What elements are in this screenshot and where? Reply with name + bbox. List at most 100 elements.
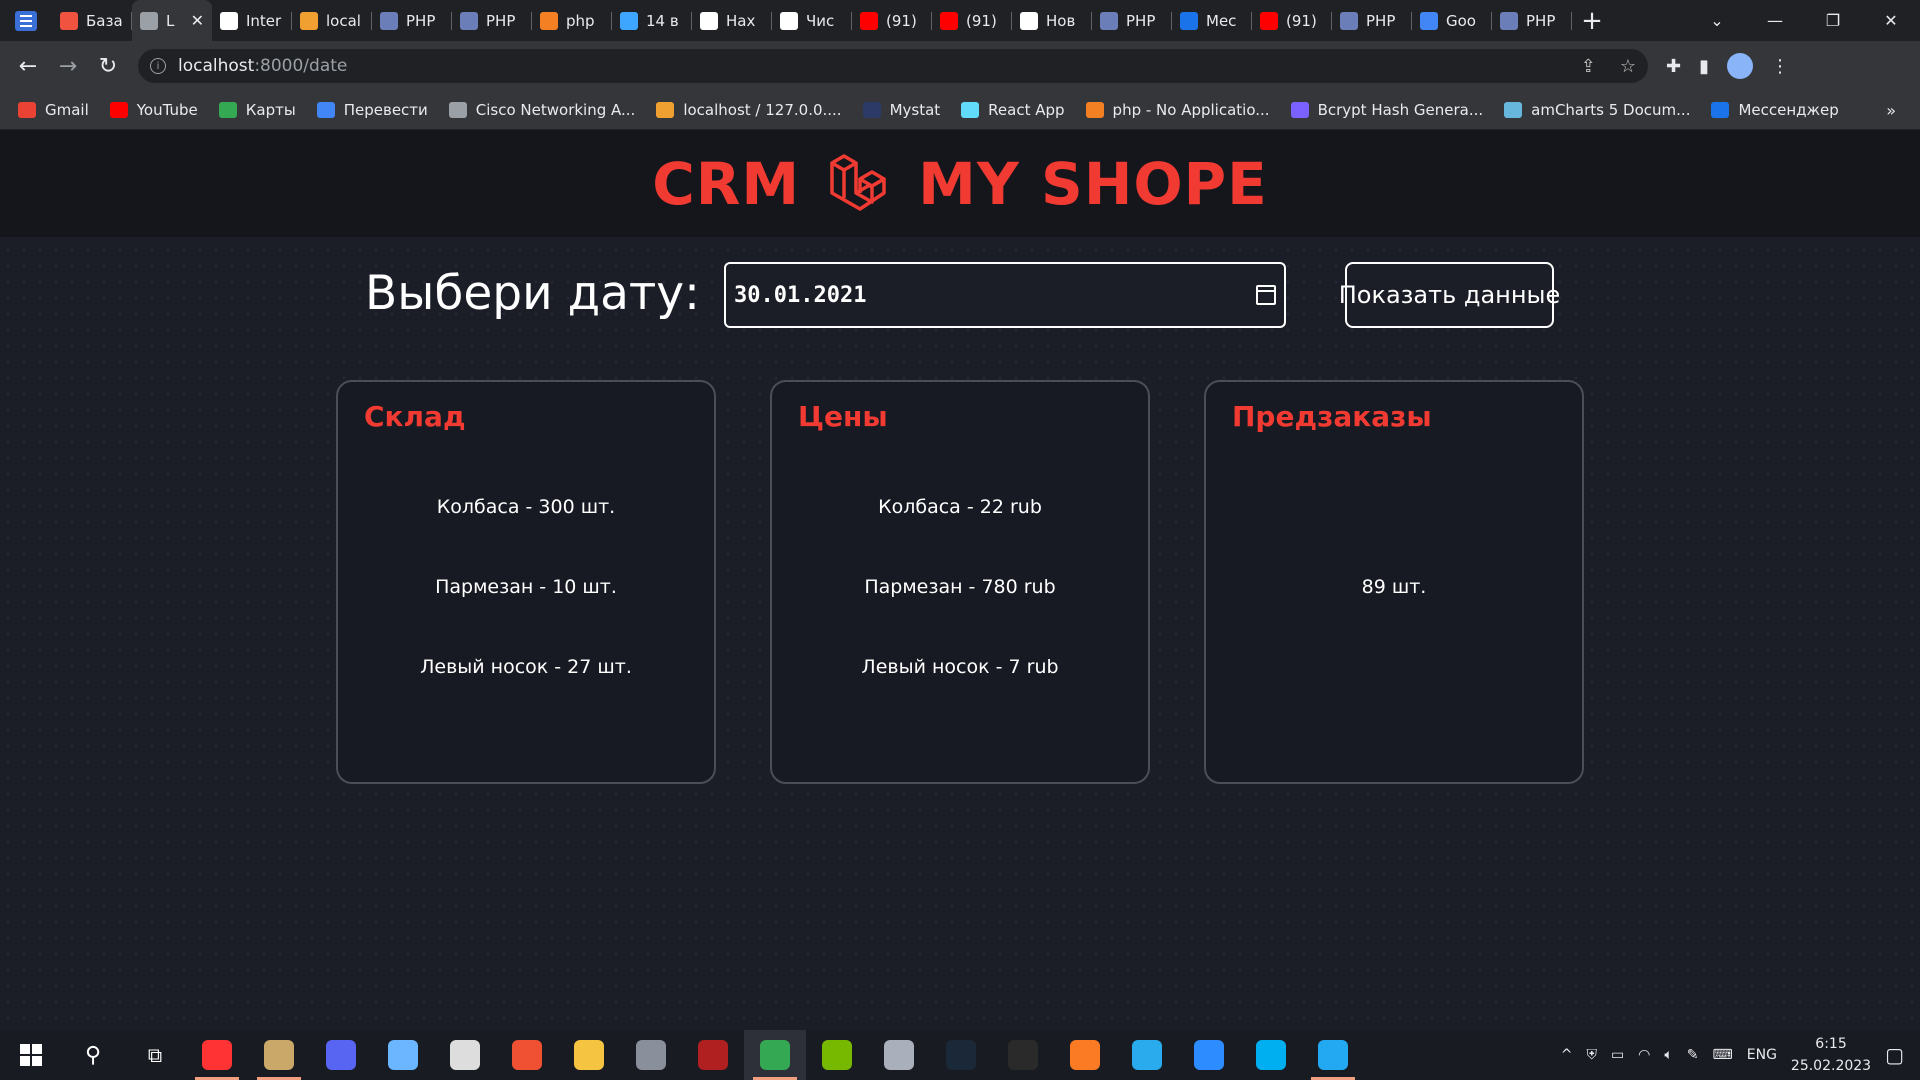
site-info-icon[interactable]: i (150, 58, 166, 74)
chrome-icon (760, 1040, 790, 1070)
browser-tab[interactable]: (91) (1252, 0, 1332, 41)
browser-tab[interactable]: (91) (852, 0, 932, 41)
taskbar-app-button[interactable] (310, 1030, 372, 1080)
window-controls: ⌄ — ❐ ✕ (1688, 0, 1920, 41)
minimize-button[interactable]: — (1746, 11, 1804, 30)
taskbar-app-button[interactable] (1240, 1030, 1302, 1080)
bookmark-item[interactable]: Cisco Networking A... (448, 101, 635, 119)
side-panel-icon[interactable]: ▮ (1699, 56, 1709, 77)
taskbar-app-button[interactable] (496, 1030, 558, 1080)
taskbar-app-button[interactable] (620, 1030, 682, 1080)
taskbar-app-button[interactable] (744, 1030, 806, 1080)
bookmark-label: Bcrypt Hash Genera... (1317, 101, 1484, 119)
taskbar-app-button[interactable] (186, 1030, 248, 1080)
close-tab-icon[interactable]: ✕ (191, 11, 204, 30)
reload-button[interactable]: ↻ (88, 46, 128, 86)
date-input[interactable]: 30.01.2021 (724, 262, 1286, 328)
browser-tab[interactable]: PHP (1492, 0, 1572, 41)
taskbar-app-button[interactable] (806, 1030, 868, 1080)
battery-icon[interactable]: ▭ (1611, 1047, 1624, 1063)
taskbar-app-button[interactable] (1178, 1030, 1240, 1080)
bookmark-label: React App (988, 101, 1065, 119)
volume-icon[interactable]: 🔈︎ (1664, 1047, 1672, 1063)
taskbar-app-button[interactable] (930, 1030, 992, 1080)
browser-tab[interactable]: 14 в (612, 0, 692, 41)
browser-tab[interactable]: Inter (212, 0, 292, 41)
windows-logo-icon (20, 1044, 42, 1066)
bookmark-item[interactable]: amCharts 5 Docum... (1504, 101, 1690, 119)
show-data-button[interactable]: Показать данные (1339, 262, 1560, 328)
taskbar-app-button[interactable] (1054, 1030, 1116, 1080)
browser-tab[interactable]: PHP (372, 0, 452, 41)
php-icon (1100, 11, 1118, 30)
taskbar-app-button[interactable] (558, 1030, 620, 1080)
start-button[interactable] (0, 1030, 62, 1080)
browser-tab[interactable]: PHP (1332, 0, 1412, 41)
bookmark-item[interactable]: php - No Applicatio... (1085, 101, 1270, 119)
tab-search-button[interactable] (0, 0, 52, 41)
taskbar-app-button[interactable] (682, 1030, 744, 1080)
clock[interactable]: 6:15 25.02.2023 (1791, 1033, 1871, 1077)
menu-kebab-icon[interactable]: ⋮ (1771, 56, 1789, 77)
address-bar[interactable]: i localhost:8000/date ⇪ ☆ (138, 49, 1648, 83)
taskbar-app-button[interactable] (992, 1030, 1054, 1080)
tray-chevron-icon[interactable]: ^ (1561, 1047, 1573, 1063)
bookmark-item[interactable]: Gmail (18, 101, 89, 119)
browser-tab[interactable]: Goo (1412, 0, 1492, 41)
taskbar-app-button[interactable] (434, 1030, 496, 1080)
browser-tab[interactable]: php (532, 0, 612, 41)
bookmark-item[interactable]: Карты (218, 101, 296, 119)
pen-icon[interactable]: ✎ (1687, 1047, 1699, 1063)
close-window-button[interactable]: ✕ (1862, 11, 1920, 30)
bookmarks-bar: Gmail YouTube Карты Перевести Cisco Networki… (0, 91, 1920, 130)
restore-button[interactable]: ❐ (1804, 11, 1862, 30)
extensions-icon[interactable]: ✚ (1666, 56, 1681, 77)
forward-button[interactable]: → (48, 46, 88, 86)
profile-avatar[interactable] (1727, 53, 1753, 79)
browser-tab[interactable]: local (292, 0, 372, 41)
taskbar-app-button[interactable] (1302, 1030, 1364, 1080)
browser-tab[interactable]: PHP (1092, 0, 1172, 41)
browser-tab-label: База (86, 11, 123, 30)
new-tab-button[interactable]: + (1572, 0, 1612, 41)
bookmark-favicon-icon (656, 102, 675, 118)
shield-icon[interactable]: ⛨ (1586, 1047, 1597, 1063)
bookmark-item[interactable]: Bcrypt Hash Genera... (1290, 101, 1484, 119)
task-view-button[interactable]: ⧉ (124, 1030, 186, 1080)
browser-tab[interactable]: PHP (452, 0, 532, 41)
bookmark-item[interactable]: Мессенджер (1711, 101, 1839, 119)
taskbar-app-button[interactable] (372, 1030, 434, 1080)
taskbar-app-button[interactable] (868, 1030, 930, 1080)
windows-taskbar: ⚲ ⧉ ^ ⛨ ▭ ◠ 🔈︎ ✎ ⌨ ENG 6:15 25.02.2023 ▢ (0, 1030, 1920, 1080)
search-button[interactable]: ⚲ (62, 1030, 124, 1080)
browser-tab[interactable]: База (52, 0, 132, 41)
browser-tab[interactable]: Чис (772, 0, 852, 41)
bookmark-item[interactable]: YouTube (109, 101, 198, 119)
xampp-icon (1070, 1040, 1100, 1070)
youtube-icon (1260, 11, 1278, 30)
notifications-icon[interactable]: ▢ (1885, 1043, 1904, 1067)
share-icon[interactable]: ⇪ (1581, 56, 1596, 77)
bookmark-item[interactable]: Mystat (862, 101, 940, 119)
browser-tab[interactable]: Нов (1012, 0, 1092, 41)
bookmark-item[interactable]: Перевести (316, 101, 428, 119)
calendar-icon[interactable] (1256, 285, 1276, 305)
browser-tab[interactable]: (91) (932, 0, 1012, 41)
bookmark-item[interactable]: localhost / 127.0.0.... (656, 101, 842, 119)
bookmark-item[interactable]: React App (961, 101, 1065, 119)
keyboard-icon[interactable]: ⌨ (1713, 1047, 1733, 1063)
search-icon: ⚲ (84, 1042, 102, 1068)
taskbar-app-button[interactable] (1116, 1030, 1178, 1080)
language-indicator[interactable]: ENG (1747, 1047, 1777, 1063)
tab-list-chevron-icon[interactable]: ⌄ (1688, 11, 1746, 30)
bookmarks-overflow-button[interactable]: » (1886, 101, 1896, 120)
bookmark-star-icon[interactable]: ☆ (1620, 56, 1636, 77)
wifi-icon[interactable]: ◠ (1638, 1047, 1650, 1063)
taskbar-app-button[interactable] (248, 1030, 310, 1080)
warehouse-item: Колбаса - 300 шт. (436, 496, 616, 518)
back-button[interactable]: ← (8, 46, 48, 86)
browser-tab[interactable]: Мес (1172, 0, 1252, 41)
browser-tab[interactable]: Hax (692, 0, 772, 41)
browser-tab[interactable]: L ✕ (132, 0, 212, 41)
warehouse-card-title: Склад (364, 400, 466, 433)
